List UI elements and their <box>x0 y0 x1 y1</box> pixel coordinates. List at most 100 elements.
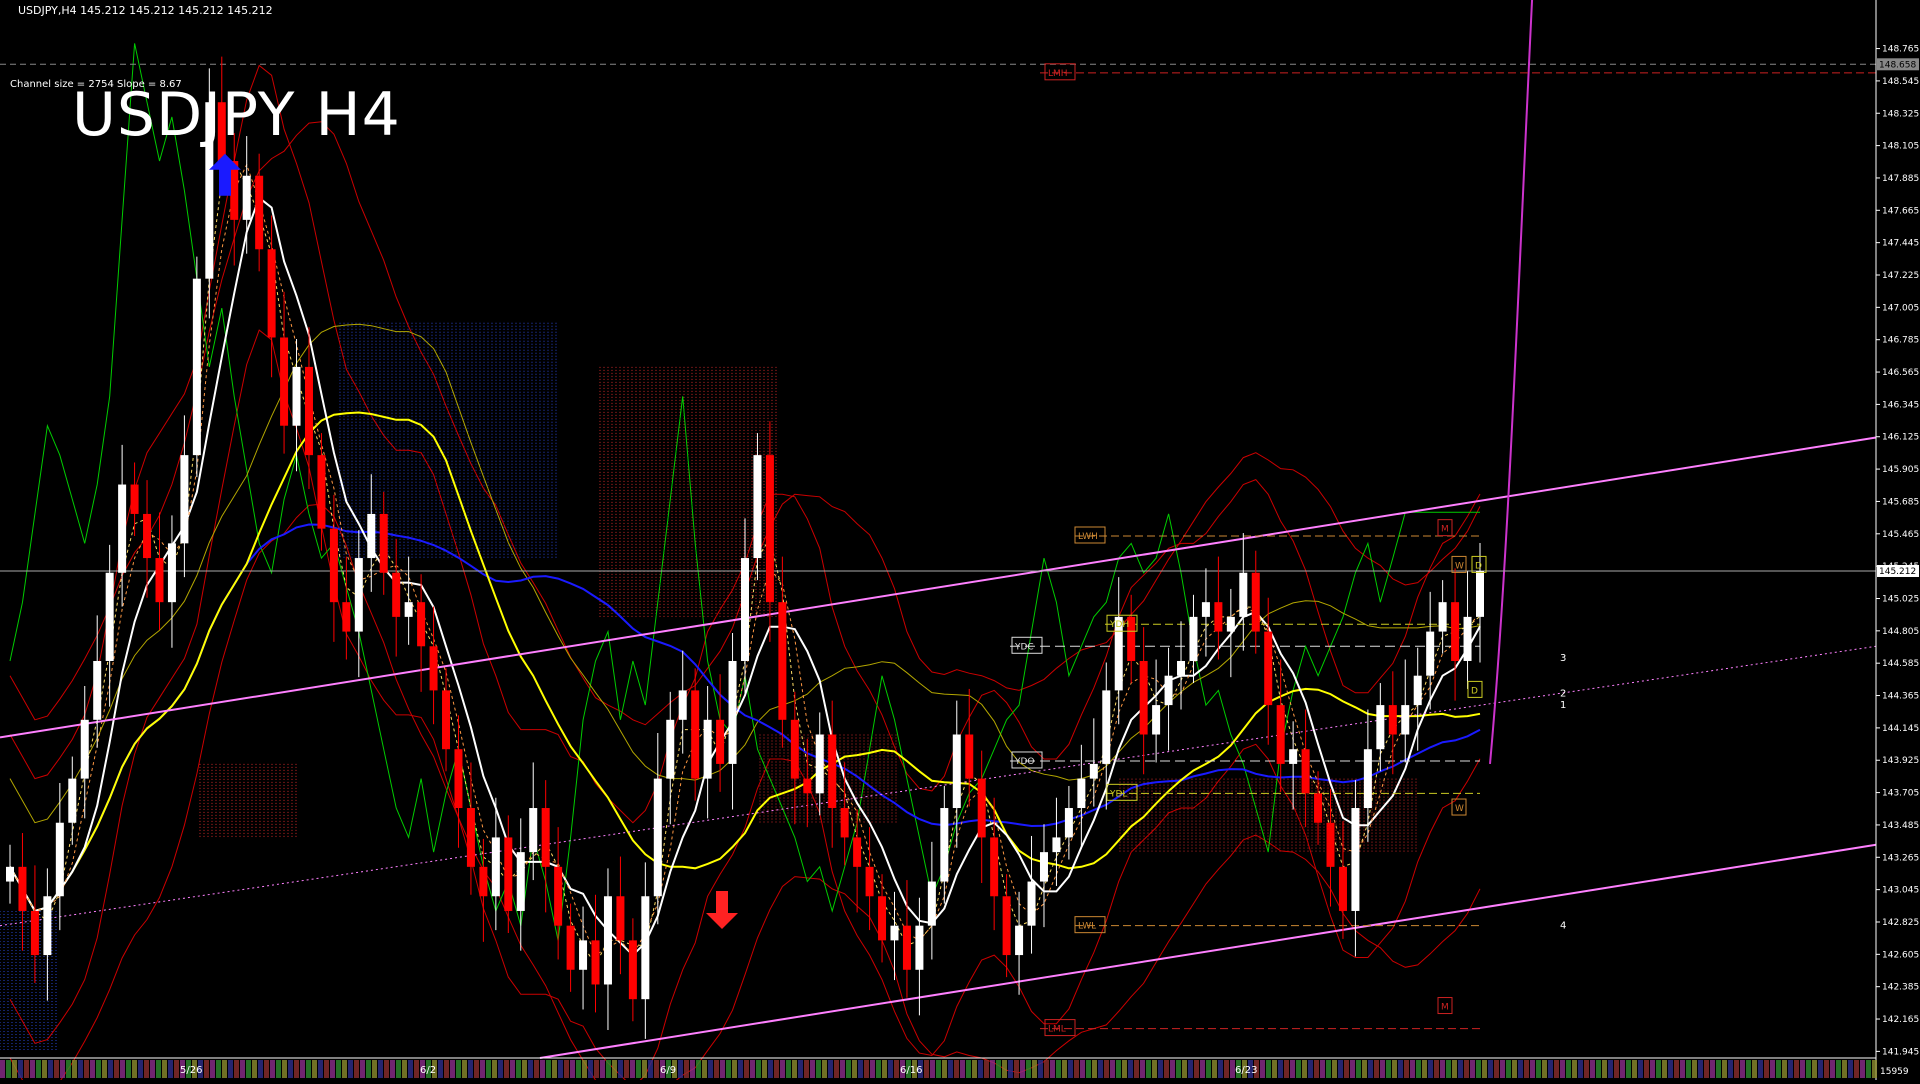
time-strip-cell <box>1560 1060 1565 1078</box>
time-strip-cell <box>468 1060 473 1078</box>
time-strip-cell <box>594 1060 599 1078</box>
time-strip-cell <box>864 1060 869 1078</box>
candle-body <box>1189 616 1198 661</box>
candle-body <box>1388 705 1397 735</box>
time-strip-cell <box>1470 1060 1475 1078</box>
time-strip-cell <box>1842 1060 1847 1078</box>
time-strip-cell <box>1386 1060 1391 1078</box>
time-strip-cell <box>1122 1060 1127 1078</box>
candle-body <box>716 719 725 764</box>
y-tick-label: 144.805 <box>1882 627 1919 637</box>
candle-body <box>1139 660 1148 735</box>
time-strip-cell <box>1482 1060 1487 1078</box>
y-tick-label: 148.545 <box>1882 77 1919 87</box>
y-tick-label: 147.445 <box>1882 239 1919 249</box>
time-strip-cell <box>882 1060 887 1078</box>
time-strip-cell <box>1512 1060 1517 1078</box>
candle-body <box>1226 616 1235 632</box>
time-strip-cell <box>708 1060 713 1078</box>
time-strip-cell <box>1212 1060 1217 1078</box>
y-tick-label: 148.105 <box>1882 142 1919 152</box>
candle-body <box>815 734 824 794</box>
time-strip-cell <box>1782 1060 1787 1078</box>
time-strip-cell <box>690 1060 695 1078</box>
candle-body <box>1214 602 1223 632</box>
time-strip-cell <box>1374 1060 1379 1078</box>
candle-body <box>1413 675 1422 706</box>
time-strip-cell <box>546 1060 551 1078</box>
candle-body <box>1351 808 1360 911</box>
candle-body <box>902 925 911 970</box>
candle-body <box>317 455 326 529</box>
candle-body <box>329 528 338 603</box>
time-strip-cell <box>1638 1060 1643 1078</box>
time-strip-cell <box>36 1060 41 1078</box>
time-strip-cell <box>966 1060 971 1078</box>
candle-body <box>1476 570 1484 617</box>
time-strip-cell <box>48 1060 53 1078</box>
candle-body <box>304 366 313 456</box>
time-strip-cell <box>150 1060 155 1078</box>
time-strip-cell <box>1278 1060 1283 1078</box>
time-strip-cell <box>804 1060 809 1078</box>
time-strip-cell <box>954 1060 959 1078</box>
time-strip-cell <box>1188 1060 1193 1078</box>
time-strip-cell <box>1080 1060 1085 1078</box>
time-strip-cell <box>336 1060 341 1078</box>
level-label-ydc: YDC <box>1014 642 1034 652</box>
y-tick-label: 145.905 <box>1882 465 1919 475</box>
chart-area[interactable]: LMH LWH YDH YDC YDO YDL LWL LML W D M D W M 1 2 3 4 148.7… <box>0 0 1920 1084</box>
time-strip-cell <box>522 1060 527 1078</box>
time-strip-cell <box>378 1060 383 1078</box>
time-strip-cell <box>798 1060 803 1078</box>
period-label: M <box>1441 1003 1449 1013</box>
candle-body <box>1164 675 1173 706</box>
time-strip-cell <box>498 1060 503 1078</box>
time-strip-cell <box>1362 1060 1367 1078</box>
candle-body <box>977 778 986 838</box>
candle-body <box>1276 705 1285 764</box>
candle-body <box>990 837 999 897</box>
time-strip-cell <box>210 1060 215 1078</box>
candle-body <box>628 940 637 1000</box>
price-chart[interactable]: LMH LWH YDH YDC YDO YDL LWL LML W D M D W M 12 3 4 148.7… <box>0 0 1920 1084</box>
time-strip-cell <box>306 1060 311 1078</box>
candle-body <box>367 513 376 559</box>
wave-label: 2 <box>1560 688 1566 699</box>
time-strip-cell <box>540 1060 545 1078</box>
time-strip-cell <box>1224 1060 1229 1078</box>
time-strip-cell <box>444 1060 449 1078</box>
time-strip-cell <box>1404 1060 1409 1078</box>
time-strip-cell <box>756 1060 761 1078</box>
time-strip-cell <box>840 1060 845 1078</box>
y-tick-label: 144.365 <box>1882 692 1919 702</box>
time-strip-cell <box>366 1060 371 1078</box>
time-strip-cell <box>324 1060 329 1078</box>
time-strip-cell <box>1848 1060 1853 1078</box>
candle-body <box>479 866 488 897</box>
time-strip-cell <box>126 1060 131 1078</box>
time-strip-cell <box>858 1060 863 1078</box>
time-strip-cell <box>1146 1060 1151 1078</box>
time-strip-cell <box>102 1060 107 1078</box>
time-strip-cell <box>342 1060 347 1078</box>
candle-body <box>840 808 849 838</box>
candle-body <box>1463 616 1472 661</box>
time-strip-cell <box>156 1060 161 1078</box>
candle-body <box>1401 705 1410 735</box>
time-strip-cell <box>1632 1060 1637 1078</box>
time-strip-cell <box>1440 1060 1445 1078</box>
time-strip-cell <box>648 1060 653 1078</box>
time-strip-cell <box>144 1060 149 1078</box>
time-strip-cell <box>1332 1060 1337 1078</box>
time-strip-cell <box>552 1060 557 1078</box>
time-strip-cell <box>72 1060 77 1078</box>
time-strip-cell <box>1104 1060 1109 1078</box>
candle-body <box>541 808 550 867</box>
candle-body <box>130 484 139 514</box>
level-label-lwh: LWH <box>1078 532 1098 542</box>
time-strip-cell <box>1788 1060 1793 1078</box>
candle-body <box>1152 705 1161 735</box>
time-strip-cell <box>1158 1060 1163 1078</box>
time-strip-cell <box>564 1060 569 1078</box>
